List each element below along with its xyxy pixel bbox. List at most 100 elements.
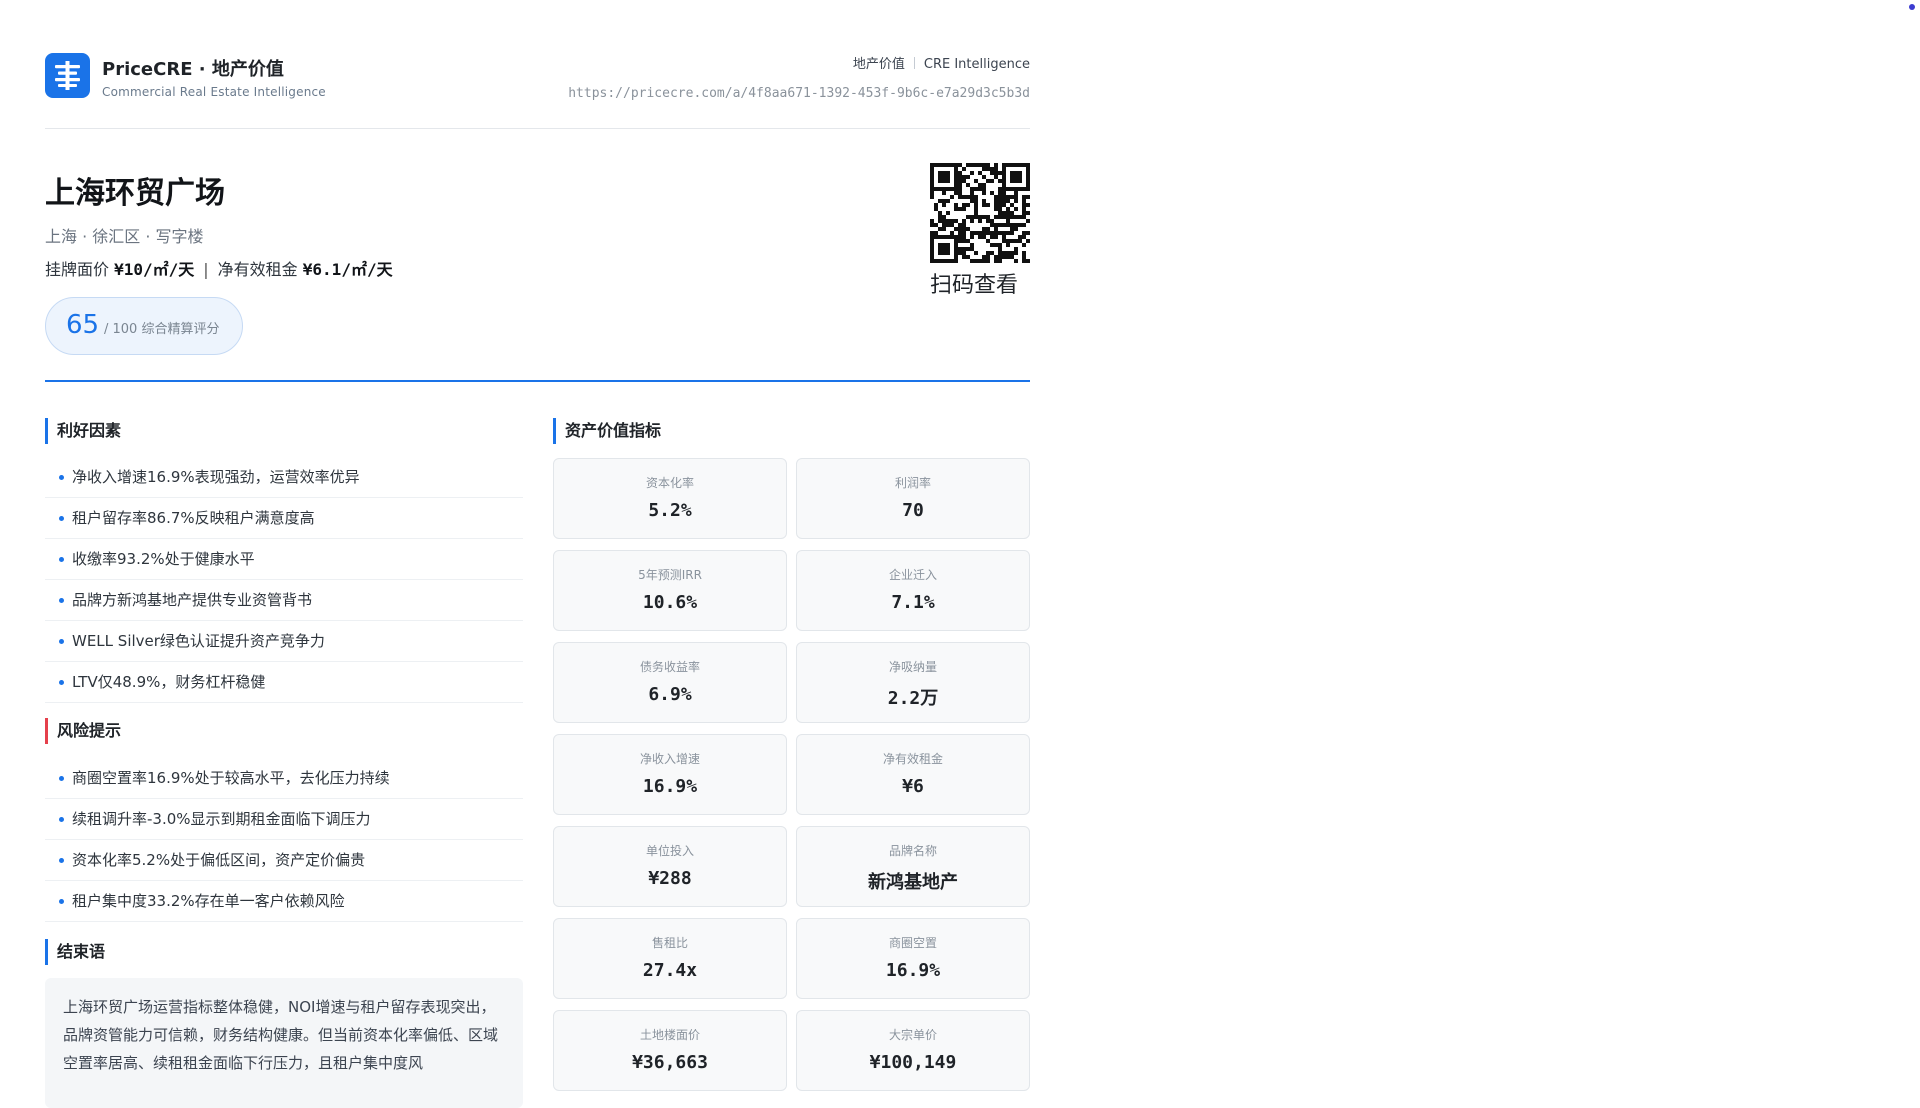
positive-item: 收缴率93.2%处于健康水平 bbox=[45, 539, 523, 580]
metric-value: 16.9% bbox=[885, 960, 941, 981]
metric-label: 大宗单价 bbox=[888, 1028, 937, 1042]
risk-item-text: 租户集中度33.2%存在单一客户依赖风险 bbox=[72, 892, 345, 910]
header-link-divider bbox=[913, 57, 915, 69]
positive-item: 净收入增速16.9%表现强劲，运营效率优异 bbox=[45, 457, 523, 498]
risk-item: 商圈空置率16.9%处于较高水平，去化压力持续 bbox=[45, 758, 523, 799]
positive-item-text: 收缴率93.2%处于健康水平 bbox=[72, 550, 255, 568]
bullet-dot bbox=[59, 899, 64, 904]
header-link-cre[interactable]: CRE Intelligence bbox=[924, 57, 1030, 72]
metric-label: 品牌名称 bbox=[888, 844, 937, 858]
corner-indicator-dot bbox=[1909, 4, 1915, 10]
metric-label: 企业迁入 bbox=[888, 568, 937, 582]
metric-land-floor-price: 土地楼面价 ¥36,663 bbox=[553, 1010, 787, 1091]
positive-item-text: 品牌方新鸿基地产提供专业资管背书 bbox=[72, 591, 313, 609]
risk-item-text: 续租调升率-3.0%显示到期租金面临下调压力 bbox=[72, 810, 371, 828]
bullet-dot bbox=[59, 639, 64, 644]
section-divider bbox=[45, 380, 1030, 382]
property-price-line: 挂牌面价 ¥10/㎡/天 | 净有效租金 ¥6.1/㎡/天 bbox=[45, 256, 393, 280]
score-label: / 100 综合精算评分 bbox=[104, 322, 220, 337]
metric-area-vacancy: 商圈空置 16.9% bbox=[796, 918, 1030, 999]
listing-price-value: ¥10/㎡/天 bbox=[114, 260, 195, 279]
metric-label: 5年预测IRR bbox=[638, 568, 702, 582]
score-badge: 65 / 100 综合精算评分 bbox=[45, 297, 243, 355]
positive-item-text: 净收入增速16.9%表现强劲，运营效率优异 bbox=[72, 468, 360, 486]
metric-unit-investment: 单位投入 ¥288 bbox=[553, 826, 787, 907]
property-name: 上海环贸广场 bbox=[45, 176, 225, 211]
header: PriceCRE · 地产价值 Commercial Real Estate I… bbox=[45, 53, 1030, 129]
price-divider: | bbox=[203, 260, 209, 279]
positive-item-text: 租户留存率86.7%反映租户满意度高 bbox=[72, 509, 315, 527]
conclusion-heading: 结束语 bbox=[45, 939, 105, 965]
qr-code[interactable] bbox=[930, 163, 1030, 263]
metric-value: 10.6% bbox=[642, 592, 698, 613]
metric-company-inflow: 企业迁入 7.1% bbox=[796, 550, 1030, 631]
positive-item: 租户留存率86.7%反映租户满意度高 bbox=[45, 498, 523, 539]
metric-label: 利润率 bbox=[894, 476, 931, 490]
risks-heading: 风险提示 bbox=[45, 718, 121, 744]
metric-value: 5.2% bbox=[648, 500, 692, 521]
metric-irr: 5年预测IRR 10.6% bbox=[553, 550, 787, 631]
bullet-dot bbox=[59, 776, 64, 781]
metric-value: 新鸿基地产 bbox=[868, 872, 958, 893]
listing-price-label: 挂牌面价 bbox=[45, 260, 110, 279]
metric-net-absorption: 净吸纳量 2.2万 bbox=[796, 642, 1030, 723]
metric-label: 商圈空置 bbox=[888, 936, 937, 950]
metric-label: 净收入增速 bbox=[639, 752, 700, 766]
metric-label: 债务收益率 bbox=[639, 660, 700, 674]
brand-subtitle: Commercial Real Estate Intelligence bbox=[102, 85, 326, 99]
header-link-value[interactable]: 地产价值 bbox=[853, 57, 905, 72]
metric-debt-yield: 债务收益率 6.9% bbox=[553, 642, 787, 723]
metric-value: 27.4x bbox=[642, 960, 698, 981]
metric-value: ¥6 bbox=[902, 776, 924, 797]
net-rent-value: ¥6.1/㎡/天 bbox=[302, 260, 393, 279]
metric-value: 6.9% bbox=[648, 684, 692, 705]
bullet-dot bbox=[59, 858, 64, 863]
score-value: 65 bbox=[66, 310, 100, 340]
risk-item-text: 商圈空置率16.9%处于较高水平，去化压力持续 bbox=[72, 769, 390, 787]
metric-label: 售租比 bbox=[651, 936, 688, 950]
positive-item: WELL Silver绿色认证提升资产竞争力 bbox=[45, 621, 523, 662]
risk-item: 资本化率5.2%处于偏低区间，资产定价偏贵 bbox=[45, 840, 523, 881]
metric-value: 70 bbox=[902, 500, 924, 521]
risk-item: 租户集中度33.2%存在单一客户依赖风险 bbox=[45, 881, 523, 922]
risk-item-text: 资本化率5.2%处于偏低区间，资产定价偏贵 bbox=[72, 851, 366, 869]
metric-bulk-unit-price: 大宗单价 ¥100,149 bbox=[796, 1010, 1030, 1091]
metric-label: 净吸纳量 bbox=[888, 660, 937, 674]
positive-item: LTV仅48.9%，财务杠杆稳健 bbox=[45, 662, 523, 703]
metric-value: ¥36,663 bbox=[632, 1052, 708, 1073]
property-location: 上海 · 徐汇区 · 写字楼 bbox=[45, 227, 204, 246]
brand-title: PriceCRE · 地产价值 bbox=[102, 59, 284, 80]
metric-label: 资本化率 bbox=[645, 476, 694, 490]
metric-label: 净有效租金 bbox=[882, 752, 943, 766]
positive-item: 品牌方新鸿基地产提供专业资管背书 bbox=[45, 580, 523, 621]
metric-label: 土地楼面价 bbox=[639, 1028, 700, 1042]
bullet-dot bbox=[59, 817, 64, 822]
positives-heading: 利好因素 bbox=[45, 418, 121, 444]
bullet-dot bbox=[59, 475, 64, 480]
metric-value: 16.9% bbox=[642, 776, 698, 797]
positives-list: 净收入增速16.9%表现强劲，运营效率优异 租户留存率86.7%反映租户满意度高… bbox=[45, 457, 523, 703]
report-url[interactable]: https://pricecre.com/a/4f8aa671-1392-453… bbox=[568, 86, 1030, 101]
header-links: 地产价值 CRE Intelligence bbox=[853, 53, 1030, 72]
conclusion-text: 上海环贸广场运营指标整体稳健，NOI增速与租户留存表现突出，品牌资管能力可信赖，… bbox=[45, 978, 523, 1108]
metrics-heading: 资产价值指标 bbox=[553, 418, 661, 444]
bullet-dot bbox=[59, 516, 64, 521]
metric-noi-growth: 净收入增速 16.9% bbox=[553, 734, 787, 815]
bullet-dot bbox=[59, 598, 64, 603]
metric-value: 7.1% bbox=[891, 592, 935, 613]
metric-profit-margin: 利润率 70 bbox=[796, 458, 1030, 539]
positive-item-text: WELL Silver绿色认证提升资产竞争力 bbox=[72, 632, 325, 650]
bullet-dot bbox=[59, 557, 64, 562]
risk-item: 续租调升率-3.0%显示到期租金面临下调压力 bbox=[45, 799, 523, 840]
metric-price-rent-ratio: 售租比 27.4x bbox=[553, 918, 787, 999]
metric-label: 单位投入 bbox=[645, 844, 694, 858]
metric-value: 2.2万 bbox=[887, 688, 939, 709]
metric-brand-name: 品牌名称 新鸿基地产 bbox=[796, 826, 1030, 907]
bullet-dot bbox=[59, 680, 64, 685]
risks-list: 商圈空置率16.9%处于较高水平，去化压力持续 续租调升率-3.0%显示到期租金… bbox=[45, 758, 523, 922]
metric-value: ¥288 bbox=[648, 868, 692, 889]
qr-label: 扫码查看 bbox=[930, 273, 1019, 298]
building-ledger-icon[interactable] bbox=[45, 53, 90, 98]
metric-cap-rate: 资本化率 5.2% bbox=[553, 458, 787, 539]
positive-item-text: LTV仅48.9%，财务杠杆稳健 bbox=[72, 673, 266, 691]
